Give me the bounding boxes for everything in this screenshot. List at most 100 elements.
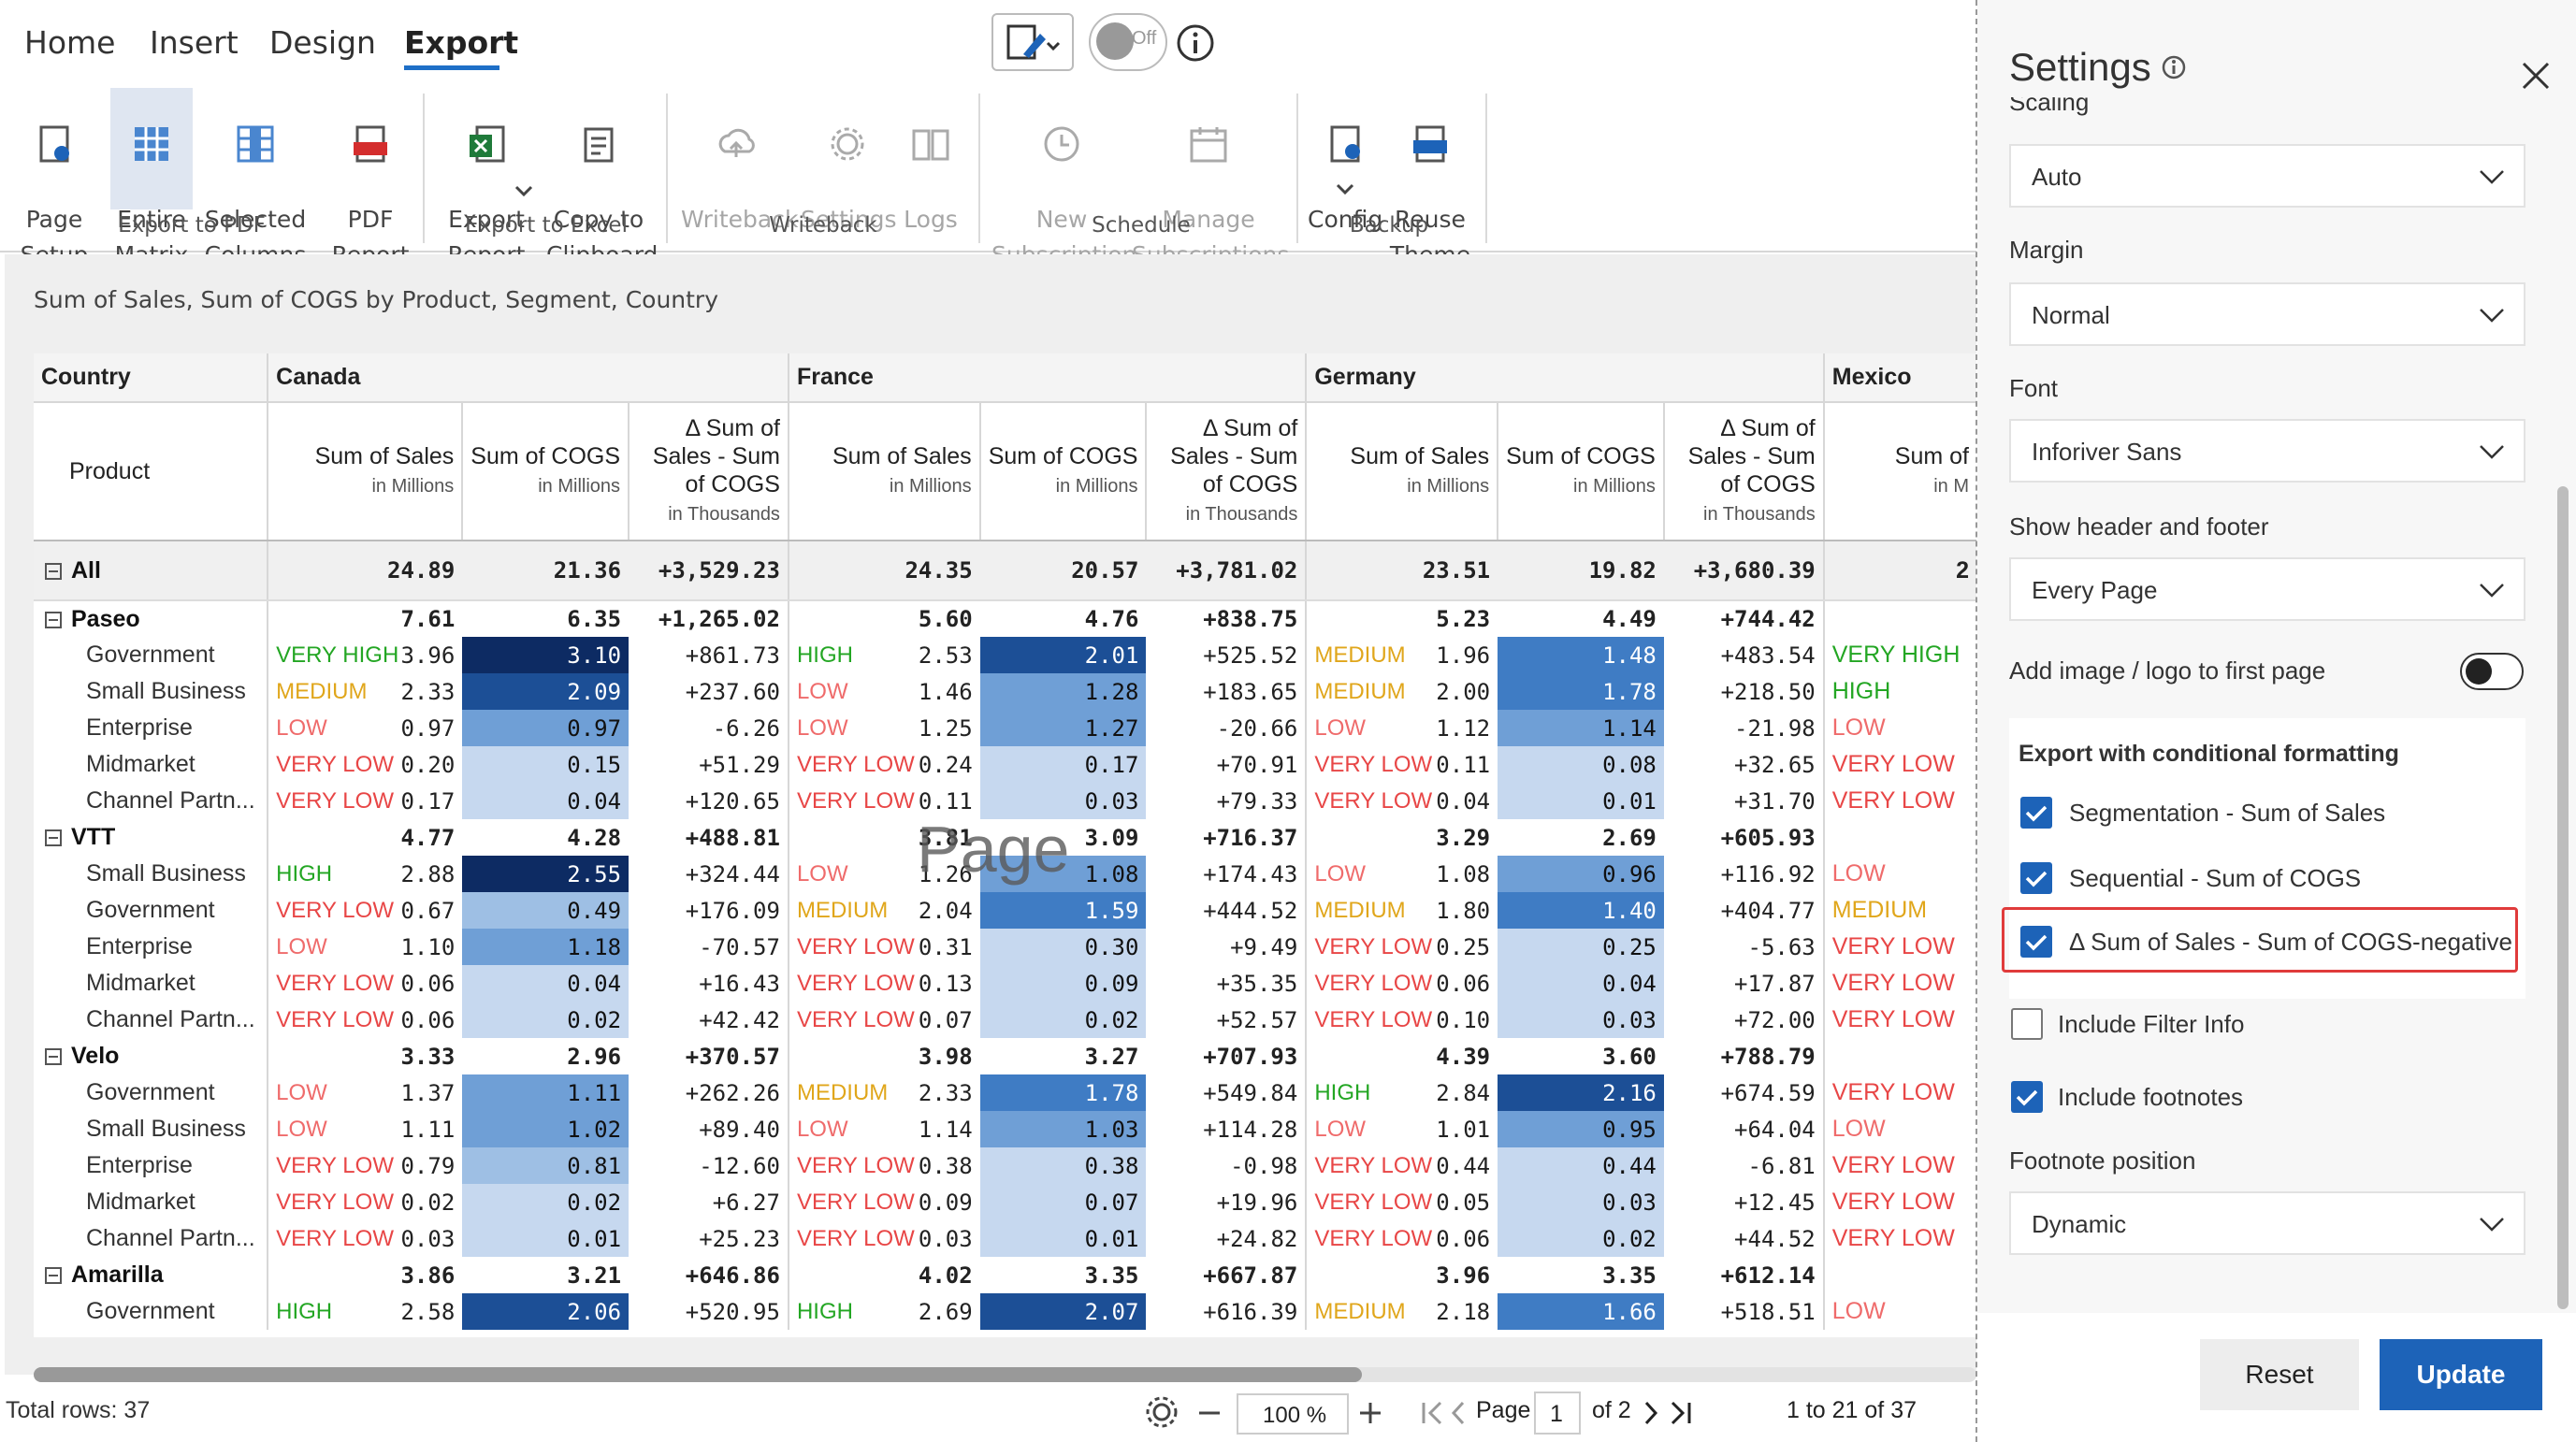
sales-cell: MEDIUM 2.04 (787, 892, 980, 929)
info-icon[interactable] (2161, 54, 2187, 80)
sales-cell-content: LOW 1.01 (1314, 1117, 1490, 1143)
status-bar: Total rows: 37 100 % Page 1 of 2 1 to 21… (0, 1384, 1976, 1442)
collapse-icon[interactable] (45, 1267, 62, 1285)
sales-value: 2.00 (1436, 678, 1491, 705)
sales-cell-content: 3.86 (276, 1262, 455, 1289)
tab-export[interactable]: Export (404, 24, 518, 61)
sales-cell: 23.51 (1305, 541, 1498, 601)
segment-cell: VERY LOW (1822, 929, 1976, 965)
settings-scrollbar[interactable] (2557, 486, 2569, 1309)
last-page-icon[interactable] (1667, 1399, 1695, 1427)
sales-cell: 5.60 (787, 600, 980, 637)
zoom-out-icon[interactable] (1195, 1399, 1223, 1427)
cogs-cell: 3.21 (567, 1262, 622, 1289)
next-page-icon[interactable] (1641, 1399, 1661, 1427)
filter-info-checkbox[interactable] (2011, 1008, 2043, 1040)
gear-icon[interactable] (1143, 1393, 1180, 1431)
update-button[interactable]: Update (2380, 1339, 2542, 1410)
scaling-dropdown[interactable]: Auto (2009, 144, 2525, 208)
logo-toggle[interactable] (2460, 653, 2524, 690)
footnotes-checkbox[interactable] (2011, 1081, 2043, 1113)
zoom-value: 100 % (1263, 1403, 1327, 1428)
page-setup-button[interactable]: Page Setup (13, 88, 95, 268)
zoom-in-icon[interactable] (1356, 1399, 1384, 1427)
cf-checkbox-1[interactable] (2020, 797, 2052, 829)
sales-value: 5.23 (1436, 606, 1491, 632)
selected-columns-button[interactable]: Selected Columns (204, 88, 307, 268)
manage-subscriptions-button[interactable]: Manage Subscriptions (1132, 88, 1289, 268)
segment-label: VERY LOW (796, 751, 915, 777)
cf-checkbox-2[interactable] (2020, 862, 2052, 894)
measure-name: Δ Sum of Sales - Sum of COGS (1687, 415, 1816, 497)
chevron-down-icon (2480, 1218, 2504, 1232)
first-page-icon[interactable] (1418, 1399, 1446, 1427)
entire-matrix-button[interactable]: Entire Matrix (110, 88, 193, 268)
footnotes-label: Include footnotes (2058, 1083, 2244, 1111)
chevron-down-icon[interactable] (1336, 183, 1354, 196)
table-row: Small Business MEDIUM 2.33 2.09 +237.60 LOW 1.… (34, 673, 1976, 710)
info-icon[interactable] (1175, 22, 1216, 64)
cogs-cell: 0.96 (1498, 856, 1664, 892)
collapse-icon[interactable] (45, 611, 62, 628)
writeback-button[interactable]: Writeback (681, 88, 798, 233)
zoom-field[interactable]: 100 % (1237, 1393, 1349, 1435)
header-footer-dropdown[interactable]: Every Page (2009, 557, 2525, 621)
sales-cell-content: LOW 1.46 (797, 679, 973, 705)
cogs-cell: 4.49 (1602, 606, 1657, 632)
measure-header: Sum of Sales in Millions (1305, 402, 1498, 541)
sales-cell-content: 5.60 (797, 606, 973, 632)
cogs-cell: 0.02 (1498, 1220, 1664, 1257)
segment-cell: VERY LOW (1822, 1147, 1976, 1184)
segment-label: VERY LOW (276, 897, 394, 923)
collapse-icon[interactable] (45, 1048, 62, 1066)
sales-cell-content: MEDIUM 2.18 (1314, 1299, 1490, 1325)
measure-header: Sum of COGS in Millions (978, 402, 1147, 541)
cf-checkbox-3[interactable] (2020, 926, 2052, 958)
tab-insert[interactable]: Insert (150, 24, 239, 61)
cogs-cell: 0.04 (1498, 965, 1664, 1002)
segment-label: LOW (276, 714, 327, 741)
segment-label: MEDIUM (796, 1079, 889, 1105)
sales-value: 2.53 (918, 642, 973, 669)
sales-value: 1.08 (1436, 860, 1491, 887)
settings-ribbon-button[interactable]: Settings (801, 88, 897, 233)
chevron-down-icon[interactable] (514, 185, 533, 198)
margin-dropdown[interactable]: Normal (2009, 282, 2525, 346)
tab-home[interactable]: Home (24, 24, 115, 61)
delta-cell: -21.98 (1734, 714, 1816, 742)
page-input[interactable]: 1 (1534, 1392, 1581, 1435)
cogs-cell: 1.28 (979, 673, 1147, 710)
reset-button[interactable]: Reset (2200, 1339, 2359, 1410)
toggle-off[interactable]: Off (1089, 13, 1167, 71)
sales-cell: VERY LOW 0.07 (787, 1002, 980, 1038)
reuse-theme-button[interactable]: Reuse Theme (1388, 88, 1472, 268)
tab-design[interactable]: Design (269, 24, 376, 61)
row-label: Enterprise (86, 714, 193, 741)
pdf-report-button[interactable]: PDF Report (329, 88, 412, 268)
font-dropdown[interactable]: Inforiver Sans (2009, 419, 2525, 483)
sales-cell-content: VERY LOW 0.02 (276, 1190, 455, 1216)
sales-cell: LOW 1.37 (267, 1074, 463, 1111)
measure-unit: in Millions (1573, 476, 1656, 497)
new-subscription-button[interactable]: New Subscription (991, 88, 1136, 268)
cogs-cell: 0.02 (462, 1184, 630, 1220)
copy-clipboard-button[interactable]: Copy to Clipboard (546, 88, 658, 268)
horizontal-scrollbar[interactable] (34, 1367, 1362, 1382)
row-label: Channel Partn... (86, 1225, 255, 1251)
measure-header: Sum of Sales in Millions (787, 402, 980, 541)
group-export-excel: Export to Excel (465, 213, 628, 238)
logs-button[interactable]: Logs (900, 88, 962, 233)
delta-cell: +646.86 (685, 1262, 780, 1289)
segment-label: VERY LOW (796, 933, 915, 959)
prev-page-icon[interactable] (1448, 1399, 1469, 1427)
edit-mode-dropdown[interactable] (991, 13, 1074, 71)
sales-cell: 3.33 (267, 1038, 463, 1074)
footnote-position-dropdown[interactable]: Dynamic (2009, 1191, 2525, 1255)
collapse-icon[interactable] (45, 562, 62, 580)
toggle-label: Off (1132, 28, 1157, 49)
segment-label: VERY LOW (796, 1152, 915, 1178)
row-label-cell: Small Business (34, 1111, 268, 1147)
close-icon[interactable] (2520, 60, 2552, 92)
collapse-icon[interactable] (45, 829, 62, 847)
active-tab-underline (404, 65, 499, 70)
